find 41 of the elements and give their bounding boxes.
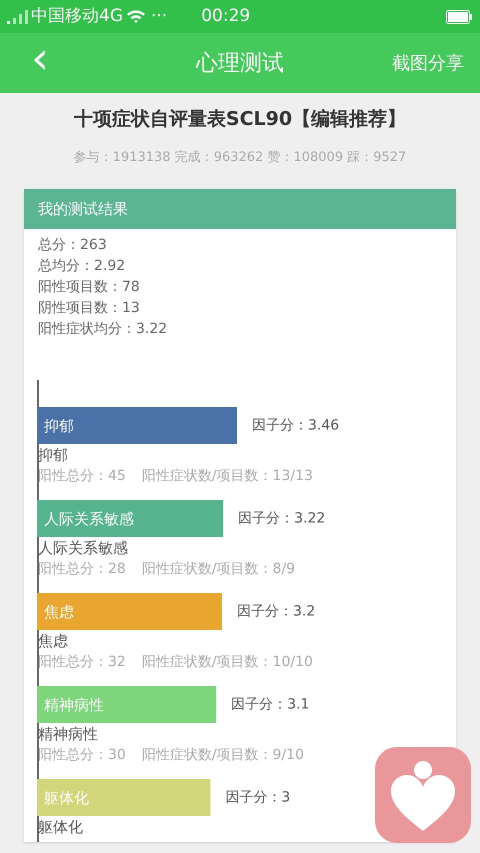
bar-label: 精神病性 bbox=[44, 696, 104, 714]
factor-detail: 阳性总分：45 bbox=[38, 467, 126, 486]
factor-detail: 阳性症状数/项目数：13/13 bbox=[142, 467, 313, 486]
carrier-text: 中国移动4G bbox=[31, 4, 123, 28]
factor-name: 焦虑 bbox=[37, 631, 69, 652]
clock-text: 00:29 bbox=[201, 4, 250, 28]
more-text: ··· bbox=[151, 4, 168, 28]
factor-name: 抑郁 bbox=[37, 445, 69, 466]
factor-detail: 阳性总分：28 bbox=[38, 560, 126, 579]
signal-icon bbox=[6, 8, 28, 24]
factor-detail: 阳性总分：32 bbox=[38, 653, 126, 672]
summary-line: 总均分：2.92 bbox=[38, 257, 126, 276]
test-stats: 参与：1913138 完成：963262 赞：108009 踩：9527 bbox=[74, 148, 406, 166]
factor-score: 因子分：3.22 bbox=[238, 509, 326, 528]
card-header: 我的测试结果 bbox=[24, 189, 456, 229]
test-title: 十项症状自评量表SCL90【编辑推荐】 bbox=[74, 107, 406, 132]
factor-score: 因子分：3.1 bbox=[231, 695, 310, 714]
bar-label: 抑郁 bbox=[44, 417, 74, 435]
factor-detail: 阳性症状数/项目数：10/10 bbox=[142, 653, 313, 672]
factor-name: 躯体化 bbox=[37, 817, 84, 838]
battery-icon bbox=[446, 10, 472, 24]
heart-app-icon[interactable] bbox=[375, 747, 471, 843]
factor-detail: 阳性症状数/项目数：9/10 bbox=[142, 746, 304, 765]
summary-line: 总分：263 bbox=[38, 236, 108, 255]
page-title: 心理测试 bbox=[196, 50, 284, 78]
bar-label: 焦虑 bbox=[44, 603, 74, 621]
factor-detail: 阳性症状数/项目数：8/9 bbox=[142, 560, 296, 579]
back-button[interactable]: ‹ bbox=[22, 37, 58, 89]
factor-score: 因子分：3 bbox=[225, 788, 290, 807]
summary-line: 阳性项目数：78 bbox=[38, 278, 141, 297]
factor-name: 精神病性 bbox=[37, 724, 99, 745]
factor-score: 因子分：3.2 bbox=[236, 602, 316, 621]
bar-label: 人际关系敏感 bbox=[44, 510, 134, 528]
summary-line: 阳性症状均分：3.22 bbox=[38, 320, 168, 339]
factor-name: 人际关系敏感 bbox=[37, 538, 129, 559]
share-button[interactable]: 截图分享 bbox=[392, 50, 464, 76]
summary-line: 阴性项目数：13 bbox=[38, 299, 141, 318]
factor-detail: 阳性总分：30 bbox=[38, 746, 126, 765]
wifi-icon bbox=[126, 8, 146, 24]
factor-score: 因子分：3.46 bbox=[252, 416, 340, 435]
bar-label: 躯体化 bbox=[44, 789, 89, 807]
